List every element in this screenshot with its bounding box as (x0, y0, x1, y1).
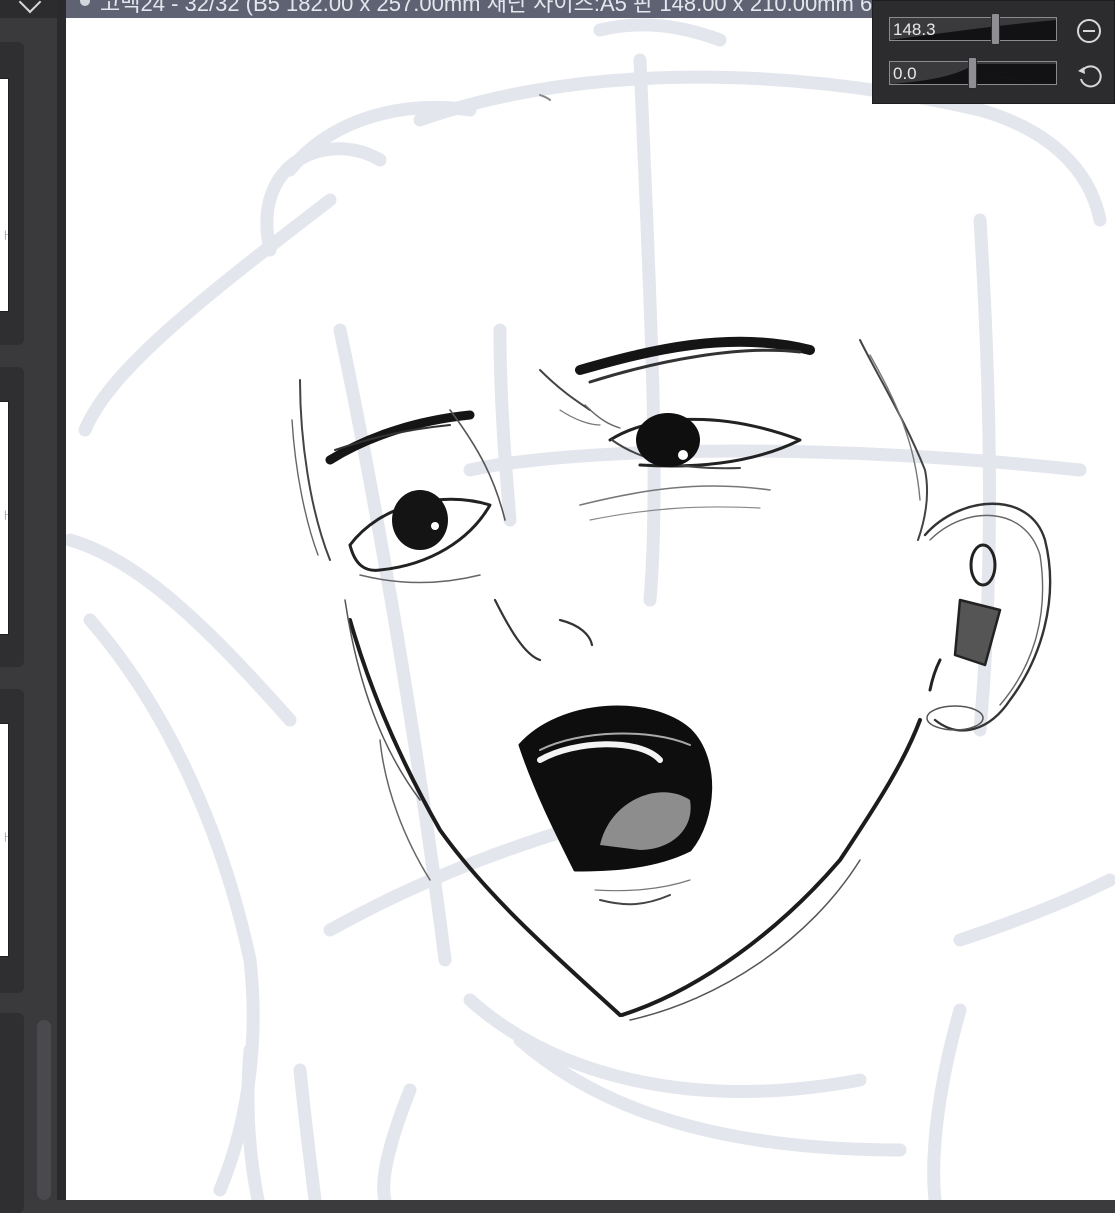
page-thumbnail-group-2[interactable]: ㅏ (0, 367, 24, 667)
page-thumbnail-group-4[interactable] (0, 1013, 24, 1213)
page-thumbnail-group-3[interactable]: ㅏ (0, 689, 24, 993)
unsaved-dot-icon (80, 0, 90, 6)
zoom-slider[interactable]: 148.3 (889, 17, 1057, 41)
zoom-value[interactable]: 148.3 (893, 20, 936, 40)
navigator-popup: 148.3 0.0 (872, 0, 1115, 104)
rotation-value[interactable]: 0.0 (893, 64, 917, 84)
zoom-slider-row[interactable]: 148.3 (889, 13, 1057, 45)
rotation-slider-handle[interactable] (968, 57, 977, 89)
page-thumbnail-group-1[interactable]: ㅏ (0, 42, 24, 345)
panel-scrollbar[interactable] (37, 1020, 51, 1200)
document-title: 고백24 - 32/32 (B5 182.00 x 257.00mm 재단 사이… (100, 0, 945, 16)
page-marker-label: ㅏ (1, 833, 11, 844)
rotation-slider-row[interactable]: 0.0 (889, 57, 1057, 89)
panel-divider[interactable] (57, 0, 66, 1200)
page-thumbnail-panel: ㅏ ㅏ ㅏ (0, 0, 57, 1213)
rotate-reset-icon[interactable] (1075, 61, 1103, 89)
page-marker-label: ㅏ (1, 511, 11, 522)
circle-minus-icon[interactable] (1075, 17, 1103, 45)
sketch-artwork (66, 18, 1115, 1200)
page-marker-label: ㅏ (1, 231, 11, 242)
drawing-canvas[interactable] (66, 18, 1115, 1200)
zoom-slider-handle[interactable] (991, 13, 1000, 45)
page-thumbnail-1[interactable] (0, 78, 9, 312)
